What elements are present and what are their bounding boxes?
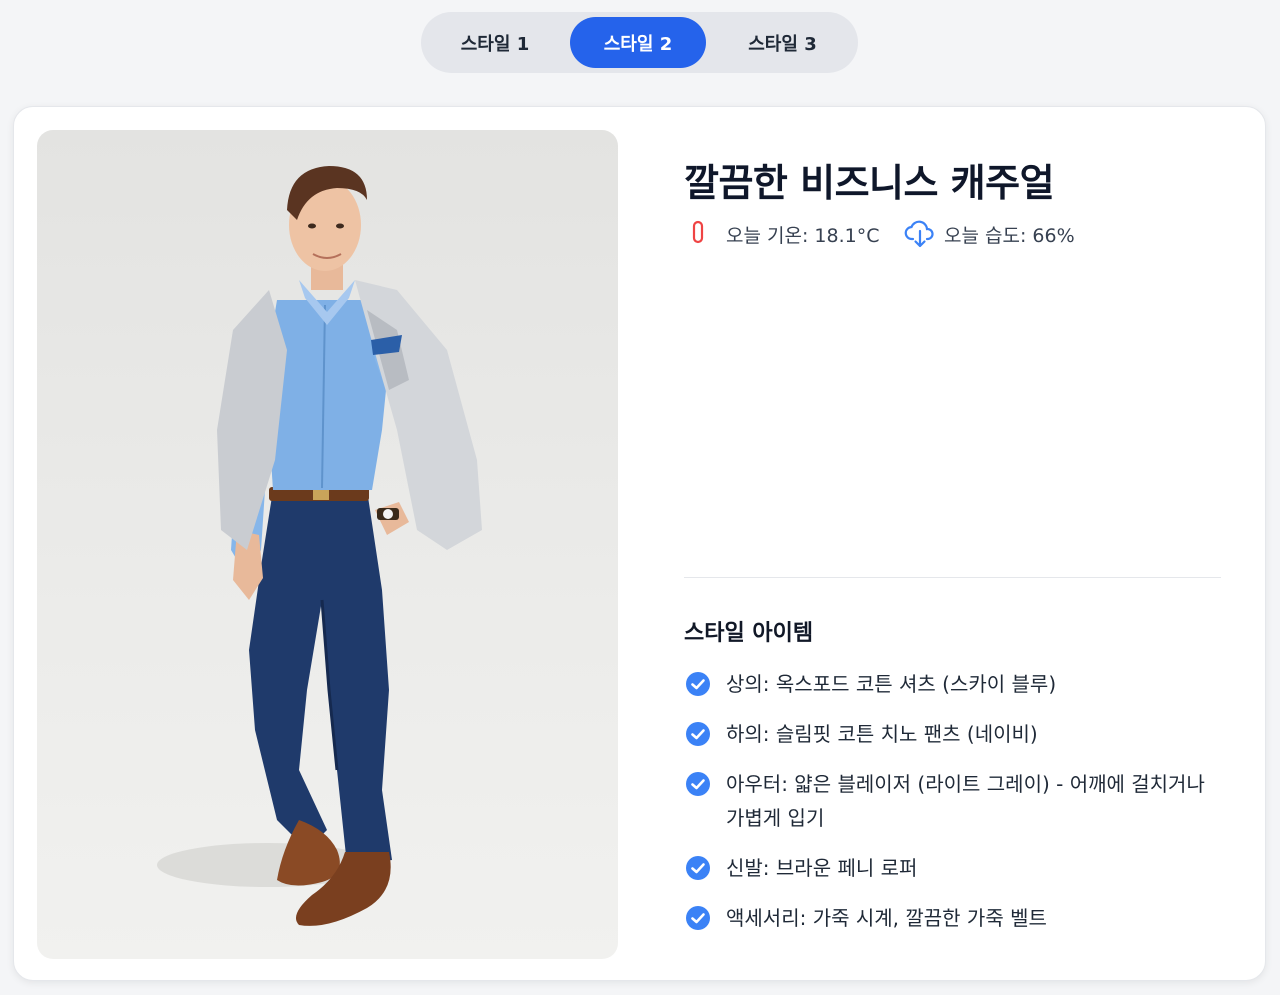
item-text: 하의: 슬림핏 코튼 치노 팬츠 (네이비) bbox=[726, 722, 1038, 746]
weather-info: 오늘 기온: 18.1°C 오늘 습도: 66% bbox=[684, 217, 1224, 248]
tab-style-1[interactable]: 스타일 1 bbox=[424, 17, 566, 68]
item-text: 아우터: 얇은 블레이저 (라이트 그레이) - 어깨에 걸치거나 가볍게 입기 bbox=[726, 772, 1205, 830]
check-circle-icon bbox=[686, 772, 710, 796]
items-heading: 스타일 아이템 bbox=[684, 621, 814, 646]
style-card: 깔끔한 비즈니스 캐주얼 오늘 기온: 18.1°C 오늘 습도: 66% 스타… bbox=[13, 106, 1266, 981]
man-figure-illustration bbox=[157, 166, 482, 926]
style-tabs: 스타일 1 스타일 2 스타일 3 bbox=[421, 12, 858, 73]
divider bbox=[684, 577, 1221, 578]
list-item: 하의: 슬림핏 코튼 치노 팬츠 (네이비) bbox=[684, 717, 1224, 751]
list-item: 신발: 브라운 페니 로퍼 bbox=[684, 851, 1224, 885]
temperature-text: 오늘 기온: 18.1°C bbox=[726, 225, 880, 247]
thermometer-icon bbox=[692, 220, 704, 244]
cloud-download-icon bbox=[904, 220, 934, 248]
style-title: 깔끔한 비즈니스 캐주얼 bbox=[684, 161, 1055, 205]
item-text: 액세서리: 가죽 시계, 깔끔한 가죽 벨트 bbox=[726, 906, 1047, 930]
outfit-illustration bbox=[37, 130, 618, 959]
check-circle-icon bbox=[686, 906, 710, 930]
item-text: 상의: 옥스포드 코튼 셔츠 (스카이 블루) bbox=[726, 672, 1057, 696]
check-circle-icon bbox=[686, 856, 710, 880]
check-circle-icon bbox=[686, 722, 710, 746]
item-text: 신발: 브라운 페니 로퍼 bbox=[726, 856, 918, 880]
list-item: 상의: 옥스포드 코튼 셔츠 (스카이 블루) bbox=[684, 667, 1224, 701]
style-items-list: 상의: 옥스포드 코튼 셔츠 (스카이 블루) 하의: 슬림핏 코튼 치노 팬츠… bbox=[684, 667, 1224, 951]
list-item: 아우터: 얇은 블레이저 (라이트 그레이) - 어깨에 걸치거나 가볍게 입기 bbox=[684, 767, 1224, 835]
humidity-text: 오늘 습도: 66% bbox=[944, 225, 1075, 247]
list-item: 액세서리: 가죽 시계, 깔끔한 가죽 벨트 bbox=[684, 901, 1224, 935]
tab-style-3[interactable]: 스타일 3 bbox=[710, 17, 855, 68]
check-circle-icon bbox=[686, 672, 710, 696]
tab-style-2[interactable]: 스타일 2 bbox=[570, 17, 706, 68]
